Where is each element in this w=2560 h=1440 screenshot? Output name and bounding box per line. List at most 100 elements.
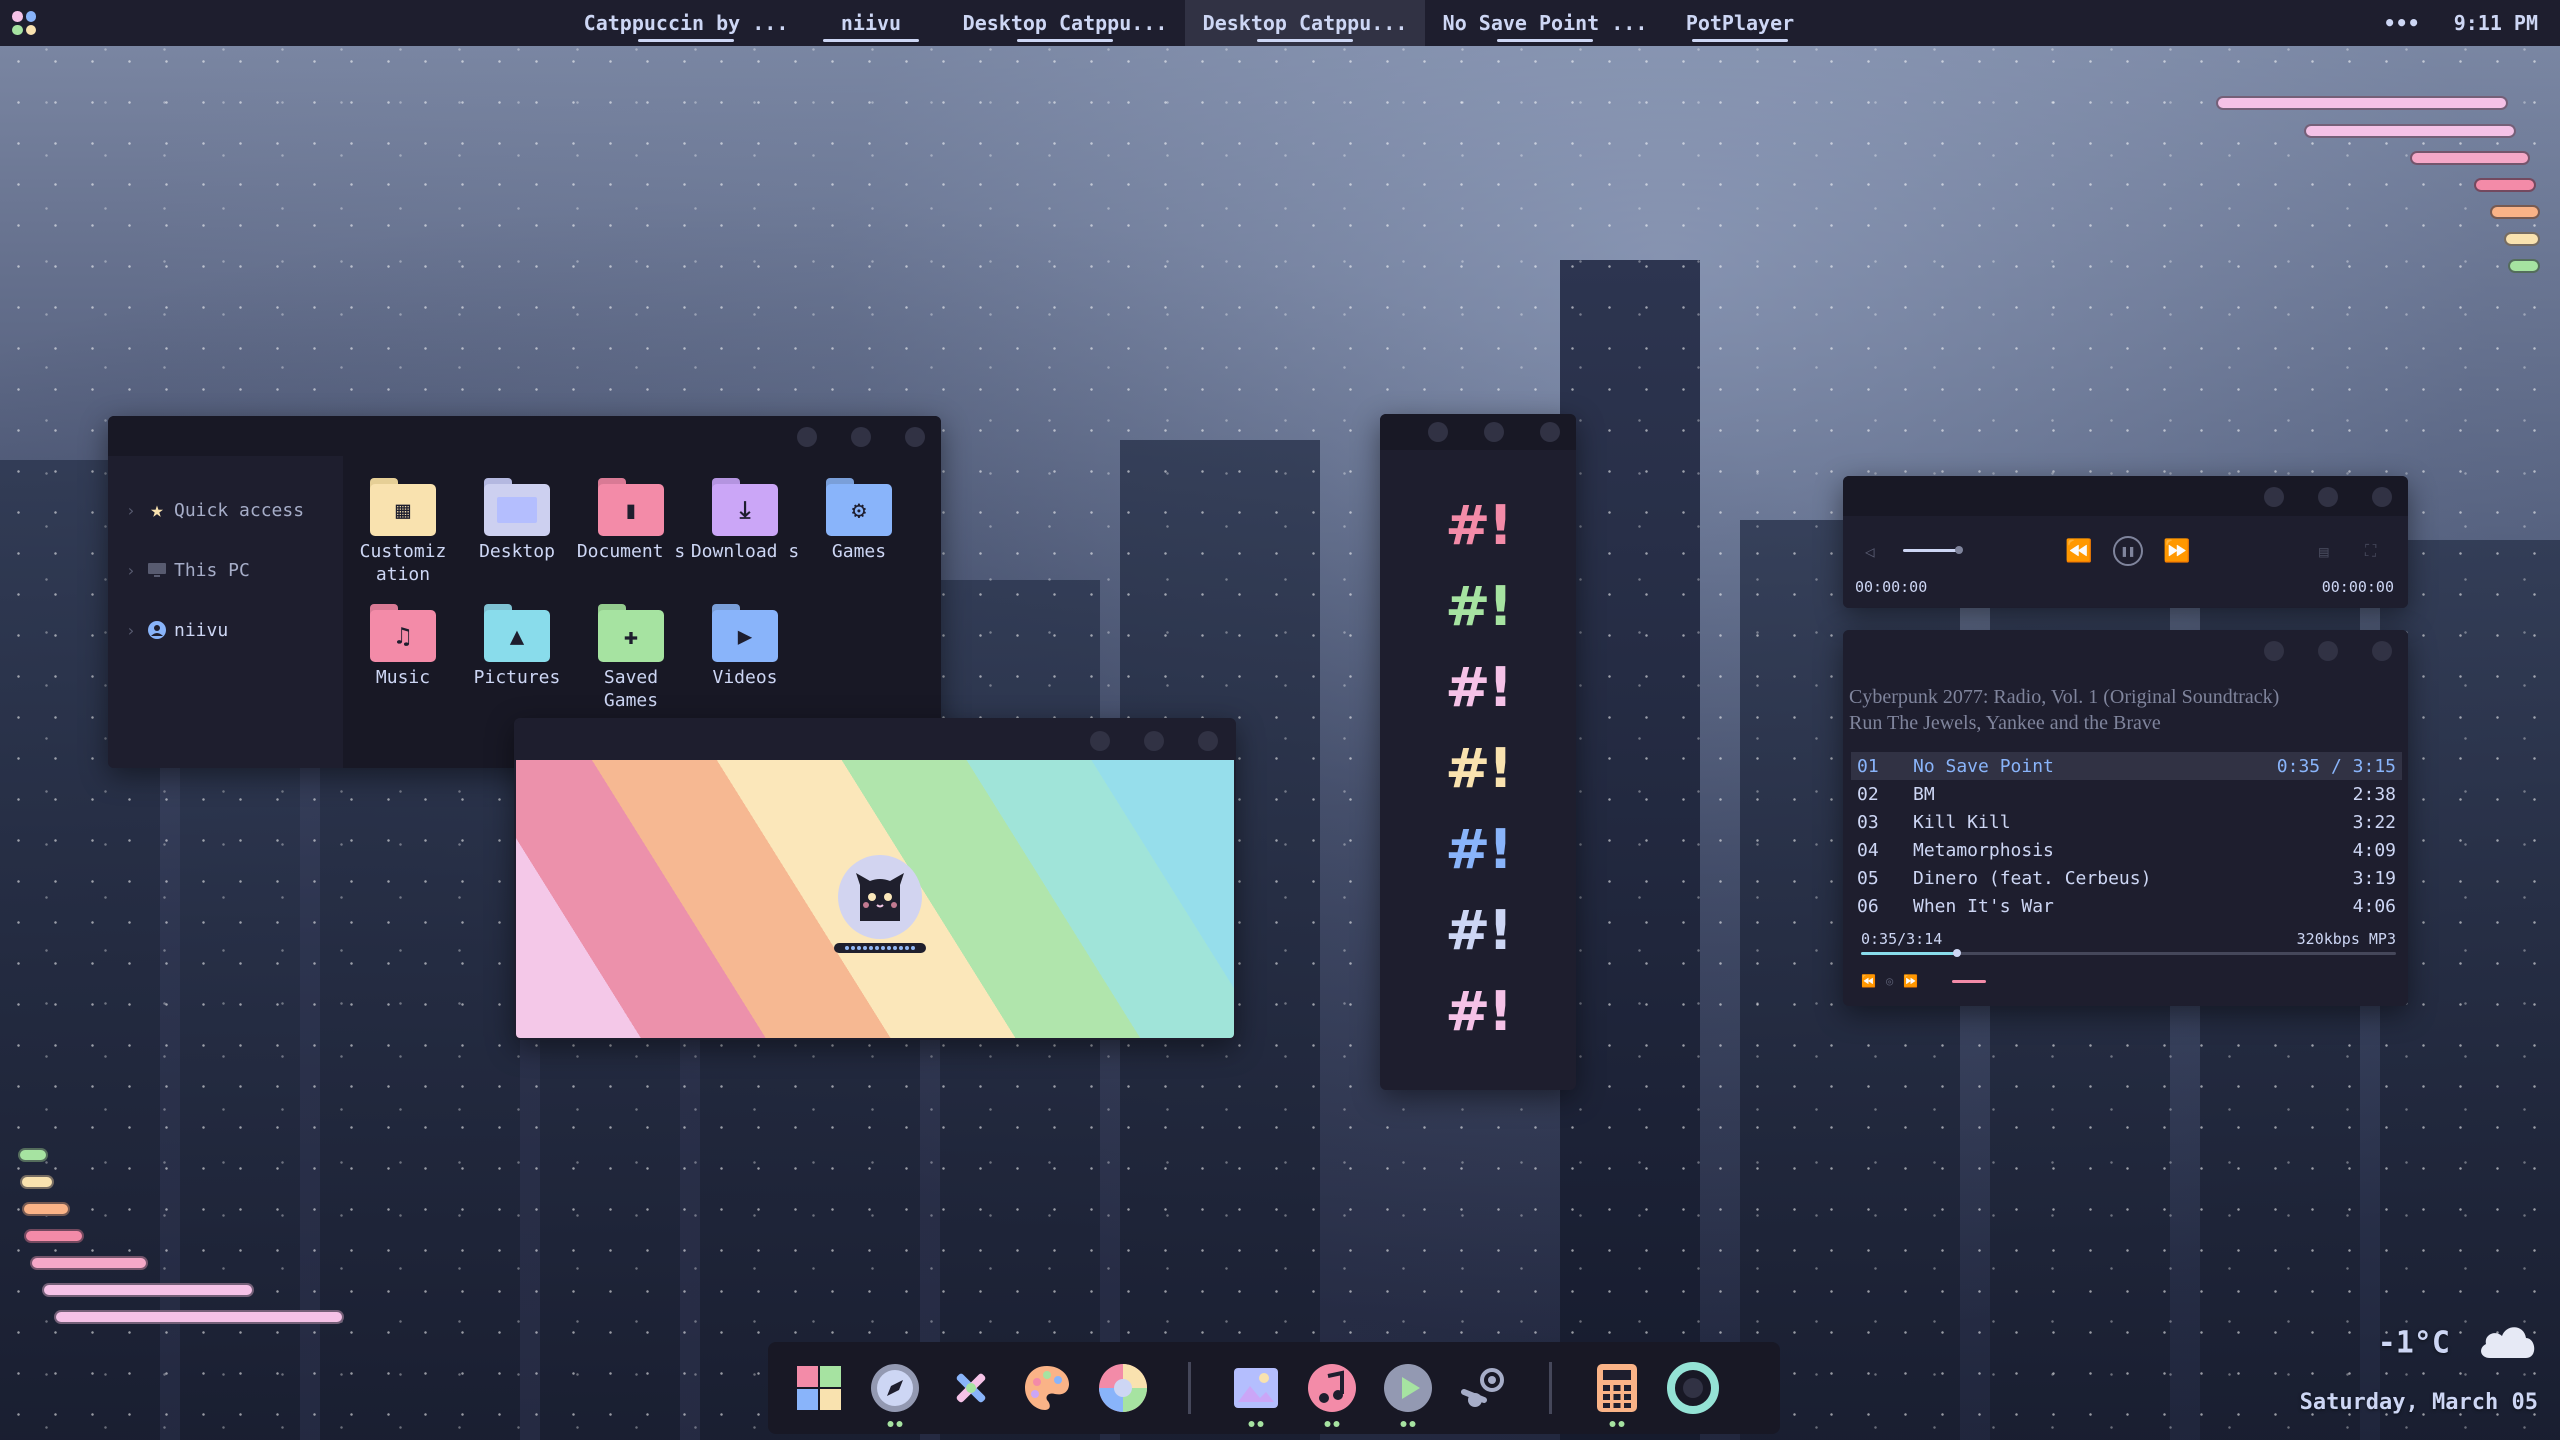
documents-folder-icon: ▮ [598, 478, 664, 536]
media-player-window[interactable]: ◁ ⏪ ❚❚ ⏩ ▤ ⛶ 00:00:00 00:00:00 [1843, 476, 2408, 608]
playlist-track[interactable]: 04 Metamorphosis 4:09 [1851, 836, 2402, 864]
lockscreen-preview-window[interactable] [514, 718, 1236, 1040]
folder-customization[interactable]: ▦ Customiz ation [348, 478, 458, 586]
maximize-button[interactable] [2318, 641, 2338, 661]
fast-forward-icon[interactable]: ⏩ [1903, 974, 1918, 988]
browser-icon[interactable] [864, 1357, 926, 1427]
image-viewer-icon[interactable] [1225, 1357, 1287, 1427]
task-item[interactable]: PotPlayer [1665, 0, 1815, 46]
maximize-button[interactable] [2318, 487, 2338, 507]
task-item[interactable]: Desktop Catppu... [945, 0, 1185, 46]
terminal-hashbang-window[interactable]: #! #! #! #! #! #! #! [1380, 414, 1576, 1090]
task-label: PotPlayer [1685, 11, 1795, 35]
ring-app-icon[interactable] [1662, 1357, 1724, 1419]
mini-controls: ⏪ ◎ ⏩ [1861, 974, 1987, 988]
playlist-track[interactable]: 06 When It's War 4:06 [1851, 892, 2402, 920]
minimize-button[interactable] [797, 427, 817, 447]
chevron-right-icon[interactable]: › [126, 621, 144, 640]
close-button[interactable] [2372, 641, 2392, 661]
minimize-button[interactable] [2264, 487, 2284, 507]
tools-icon[interactable] [940, 1357, 1002, 1419]
window-titlebar[interactable] [1843, 476, 2408, 516]
window-titlebar[interactable] [1380, 414, 1576, 450]
folder-downloads[interactable]: ⤓ Download s [690, 478, 800, 563]
folder-games[interactable]: ⚙ Games [804, 478, 914, 563]
password-field[interactable] [834, 943, 926, 953]
mini-volume-slider[interactable] [1952, 979, 1987, 983]
seek-bar-knob[interactable] [1953, 949, 1962, 957]
palette-icon[interactable] [1016, 1357, 1078, 1419]
task-item-active[interactable]: Desktop Catppu... [1185, 0, 1425, 46]
task-indicator [1017, 39, 1113, 42]
sidebar-item-this-pc[interactable]: › This PC [108, 540, 343, 600]
apps-grid-icon[interactable] [12, 11, 36, 35]
clock[interactable]: 9:11 PM [2454, 11, 2538, 35]
track-number: 05 [1857, 867, 1879, 889]
folder-label: Download s [690, 541, 800, 562]
music-icon[interactable] [1301, 1357, 1363, 1427]
playlist-icon[interactable]: ▤ [2319, 542, 2329, 561]
fast-forward-icon[interactable]: ⏩ [2163, 539, 2190, 564]
folder-documents[interactable]: ▮ Document s [576, 478, 686, 563]
date-label: Saturday, March 05 [2299, 1390, 2538, 1415]
folder-videos[interactable]: ▶ Videos [690, 604, 800, 689]
volume-slider[interactable] [1903, 546, 1963, 554]
maximize-button[interactable] [851, 427, 871, 447]
minimize-button[interactable] [2264, 641, 2284, 661]
playlist-track[interactable]: 03 Kill Kill 3:22 [1851, 808, 2402, 836]
track-title: No Save Point [1913, 755, 2054, 777]
chevron-right-icon[interactable]: › [126, 561, 144, 580]
play-pause-icon[interactable]: ◎ [1886, 974, 1893, 988]
playlist-window[interactable]: Cyberpunk 2077: Radio, Vol. 1 (Original … [1843, 630, 2408, 1006]
volume-icon[interactable]: ◁ [1865, 542, 1875, 561]
window-titlebar[interactable] [516, 720, 1234, 760]
rewind-icon[interactable]: ⏪ [2065, 539, 2092, 564]
task-item[interactable]: Catppuccin by ... [575, 0, 797, 46]
task-item[interactable]: niivu [797, 0, 945, 46]
playlist-track[interactable]: 02 BM 2:38 [1851, 780, 2402, 808]
folder-label: Desktop [479, 541, 555, 562]
close-button[interactable] [2372, 487, 2392, 507]
minimize-button[interactable] [1090, 731, 1110, 751]
temperature: -1°C [2377, 1325, 2450, 1361]
folder-desktop[interactable]: Desktop [462, 478, 572, 563]
close-button[interactable] [1198, 731, 1218, 751]
overflow-menu-button[interactable]: ••• [2384, 11, 2420, 35]
seek-bar[interactable] [1861, 949, 2396, 957]
maximize-button[interactable] [1144, 731, 1164, 751]
play-pause-icon[interactable]: ❚❚ [2113, 536, 2143, 566]
dock-separator [1549, 1362, 1552, 1414]
pictures-folder-icon: ▲ [484, 604, 550, 662]
rainbow-wallpaper [516, 760, 1234, 1038]
sidebar-item-label: This PC [174, 559, 250, 581]
calculator-icon[interactable] [1586, 1357, 1648, 1427]
playlist-track-active[interactable]: 01 No Save Point 0:35 / 3:15 [1851, 752, 2402, 780]
folder-label: Saved Games [603, 667, 659, 711]
minimize-button[interactable] [1428, 422, 1448, 442]
rewind-icon[interactable]: ⏪ [1861, 974, 1876, 988]
steam-icon[interactable] [1453, 1357, 1515, 1419]
sidebar-item-user[interactable]: › niivu [108, 600, 343, 660]
hashbang-glyph: #! [1445, 980, 1513, 1043]
hashbang-glyph: #! [1445, 899, 1513, 962]
sidebar-item-quick-access[interactable]: › ★ Quick access [108, 480, 343, 540]
file-explorer-window[interactable]: › ★ Quick access › This PC › niivu ▦ Cus… [108, 416, 941, 768]
music-folder-icon: ♫ [370, 604, 436, 662]
chevron-right-icon[interactable]: › [126, 501, 144, 520]
close-button[interactable] [1540, 422, 1560, 442]
color-wheel-icon[interactable] [1092, 1357, 1154, 1419]
start-icon[interactable] [788, 1357, 850, 1419]
folder-music[interactable]: ♫ Music [348, 604, 458, 689]
maximize-button[interactable] [1484, 422, 1504, 442]
folder-pictures[interactable]: ▲ Pictures [462, 604, 572, 689]
playlist-track[interactable]: 05 Dinero (feat. Cerbeus) 3:19 [1851, 864, 2402, 892]
media-player-icon[interactable] [1377, 1357, 1439, 1427]
window-titlebar[interactable] [108, 416, 941, 456]
folder-saved-games[interactable]: ✚ Saved Games [576, 604, 686, 712]
window-titlebar[interactable] [1843, 630, 2408, 670]
customization-folder-icon: ▦ [370, 478, 436, 536]
close-button[interactable] [905, 427, 925, 447]
task-item[interactable]: No Save Point ... [1425, 0, 1665, 46]
fullscreen-icon[interactable]: ⛶ [2365, 541, 2376, 561]
task-indicator [1692, 39, 1788, 42]
